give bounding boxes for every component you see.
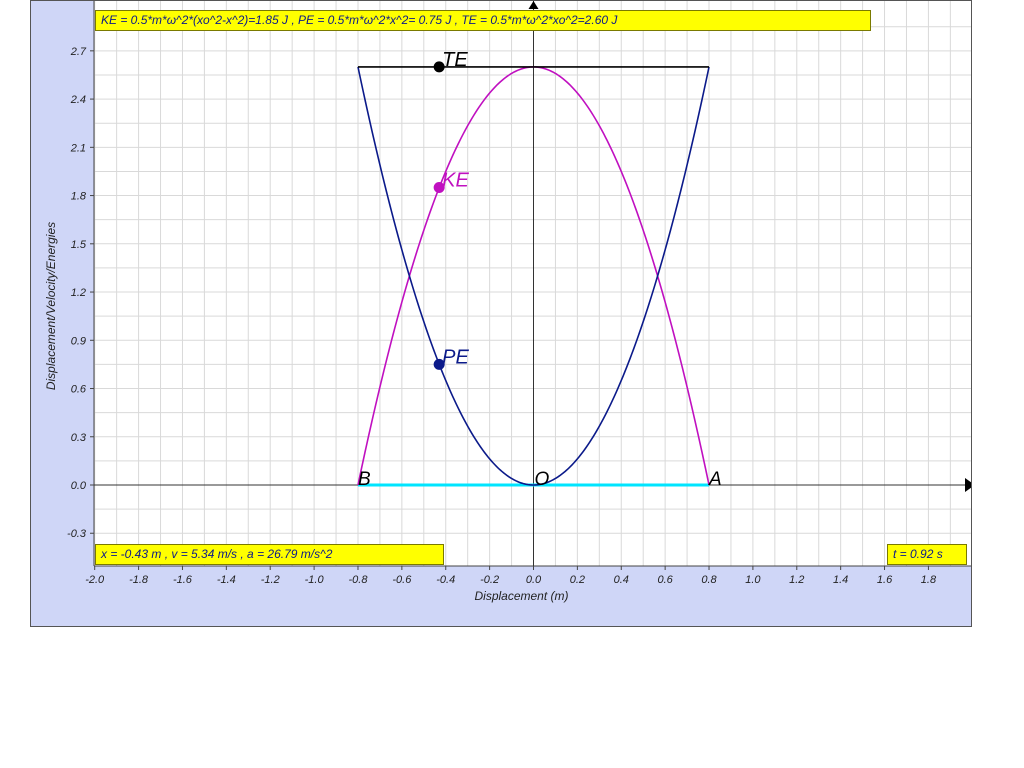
x-tick-label: 0.8 — [701, 574, 717, 586]
x-tick-label: -1.2 — [261, 574, 280, 586]
point-label-b: B — [358, 469, 371, 490]
pe-marker-label: PE — [442, 346, 469, 368]
x-tick-label: -2.0 — [85, 574, 105, 586]
te-marker-label: TE — [442, 49, 468, 71]
x-tick-label: 1.2 — [789, 574, 804, 586]
simulation-panel: -0.3 0.0 0.3 0.6 0.9 1.2 1.5 1.8 2.1 2.4 2.7 -2.0 -1… — [30, 0, 972, 627]
y-tick-label: 2.1 — [70, 142, 86, 154]
x-tick-label: -0.8 — [348, 574, 368, 586]
x-tick-label: 0.6 — [657, 574, 673, 586]
x-tick-label: -1.8 — [129, 574, 149, 586]
x-tick-label: 1.6 — [877, 574, 893, 586]
ke-marker-label: KE — [442, 170, 469, 192]
y-tick-label: 1.5 — [71, 239, 87, 251]
x-tick-label: -0.4 — [436, 574, 455, 586]
x-tick-label: -1.0 — [305, 574, 325, 586]
time-readout: t = 0.92 s — [887, 544, 967, 565]
x-tick-label: 0.4 — [614, 574, 629, 586]
point-label-a: A — [708, 469, 722, 490]
x-tick-label: -0.6 — [392, 574, 412, 586]
y-tick-label: 0.0 — [71, 480, 87, 492]
y-tick-label: 1.2 — [71, 287, 86, 299]
y-tick-label: 2.7 — [70, 46, 87, 58]
y-tick-label: 1.8 — [71, 191, 87, 203]
y-tick-label: 2.4 — [70, 94, 86, 106]
x-tick-label: -1.6 — [173, 574, 193, 586]
x-axis-label: Displacement (m) — [474, 589, 568, 603]
energy-chart: -0.3 0.0 0.3 0.6 0.9 1.2 1.5 1.8 2.1 2.4 2.7 -2.0 -1… — [44, 1, 971, 603]
y-tick-label: -0.3 — [67, 528, 87, 540]
x-tick-label: 1.0 — [745, 574, 761, 586]
motion-readout: x = -0.43 m , v = 5.34 m/s , a = 26.79 m… — [95, 544, 444, 565]
y-axis-label: Displacement/Velocity/Energies — [44, 222, 58, 390]
x-tick-label: 1.8 — [921, 574, 937, 586]
x-tick-label: -0.2 — [480, 574, 499, 586]
y-tick-label: 0.9 — [71, 335, 86, 347]
y-tick-label: 0.6 — [71, 384, 87, 396]
point-label-o: O — [535, 469, 550, 490]
x-tick-label: 0.0 — [526, 574, 542, 586]
x-tick-label: 1.4 — [833, 574, 848, 586]
x-tick-label: -1.4 — [217, 574, 236, 586]
energy-readout: KE = 0.5*m*ω^2*(xo^2-x^2)=1.85 J , PE = … — [95, 10, 871, 31]
x-tick-label: 0.2 — [570, 574, 585, 586]
y-tick-label: 0.3 — [71, 432, 87, 444]
